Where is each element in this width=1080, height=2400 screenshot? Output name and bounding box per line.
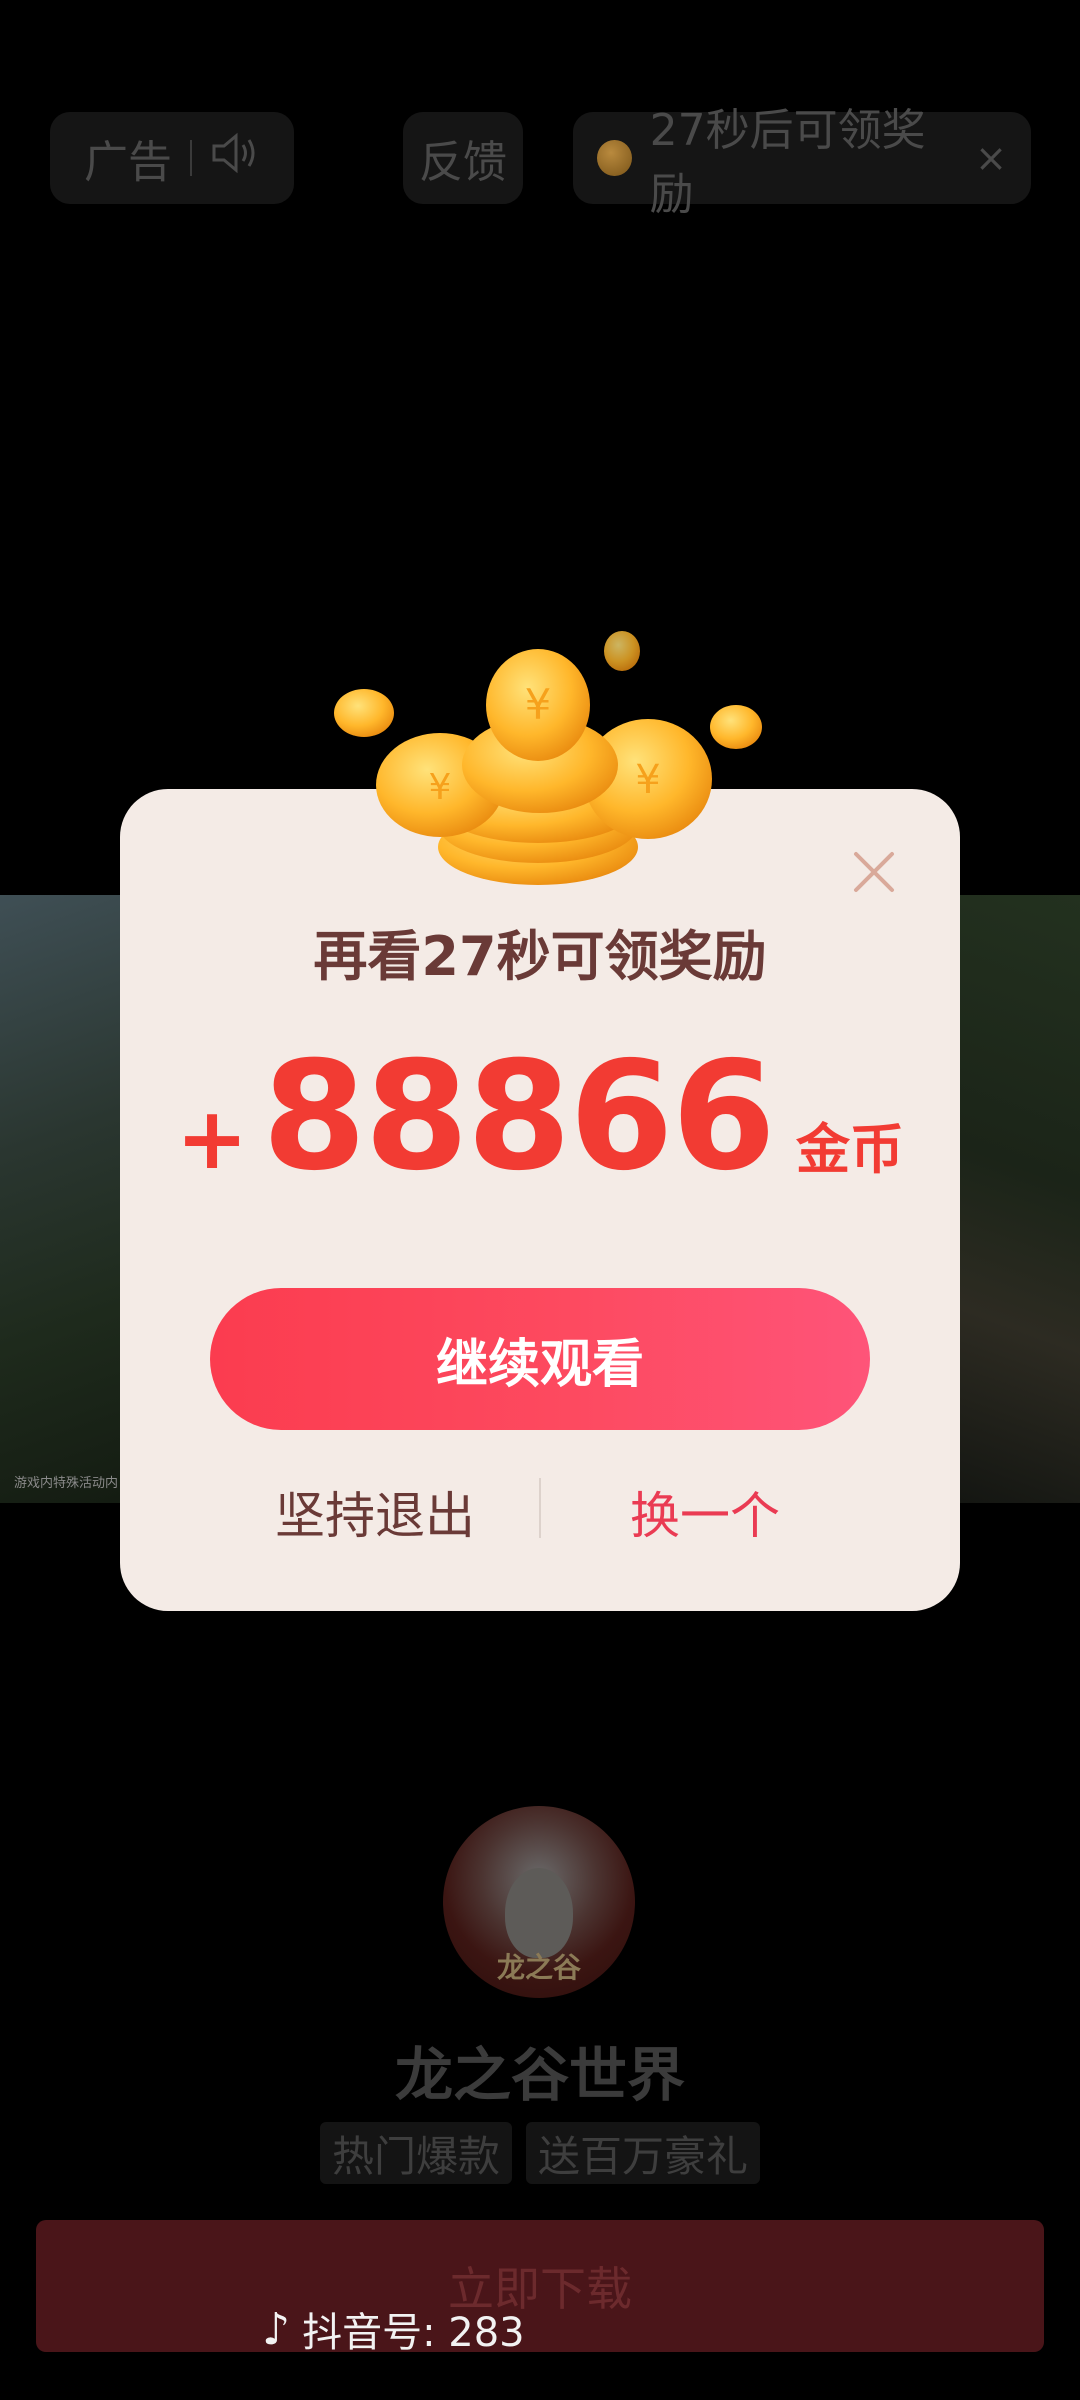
speaker-icon[interactable]: [210, 131, 260, 186]
douyin-watermark: ♪ 抖音号: 283: [262, 2300, 525, 2358]
feedback-label: 反馈: [419, 137, 507, 188]
tiktok-icon: ♪: [262, 2303, 291, 2355]
coin-icon: [597, 140, 632, 176]
ad-video-left: 游戏内特殊活动内: [0, 895, 120, 1503]
quit-button[interactable]: 坚持退出: [240, 1476, 510, 1548]
pill-divider: [190, 140, 192, 176]
svg-text:¥: ¥: [429, 767, 452, 808]
reward-plus: +: [176, 1089, 249, 1189]
switch-ad-button[interactable]: 换一个: [570, 1476, 840, 1548]
close-icon[interactable]: [850, 848, 898, 896]
ad-label: 广告: [84, 137, 172, 188]
app-icon-text: 龙之谷: [496, 1951, 581, 1984]
reward-amount-row: + 88866 金币: [120, 1030, 960, 1204]
reward-countdown-pill[interactable]: 27秒后可领奖励 ×: [573, 105, 1031, 220]
app-tag: 送百万豪礼: [526, 2122, 761, 2184]
top-bar: 广告 反馈 27秒后可领奖励 ×: [0, 0, 1080, 220]
reward-countdown-text: 27秒后可领奖励: [649, 105, 926, 220]
dialog-title: 再看27秒可领奖励: [313, 925, 767, 988]
svg-text:¥: ¥: [525, 680, 552, 729]
svg-text:¥: ¥: [635, 757, 660, 803]
continue-watching-button[interactable]: 继续观看: [210, 1288, 870, 1430]
app-icon[interactable]: 龙之谷: [443, 1806, 635, 1998]
douyin-id: 抖音号: 283: [302, 2310, 525, 2356]
feedback-button[interactable]: 反馈: [403, 112, 523, 204]
gold-coins-icon: ¥ ¥ ¥: [334, 631, 762, 885]
reward-unit: 金币: [795, 1118, 904, 1181]
ad-sound-pill[interactable]: 广告: [50, 112, 294, 204]
app-tags: 热门爆款 送百万豪礼: [0, 2122, 1080, 2184]
app-tag: 热门爆款: [319, 2122, 512, 2184]
ad-video-right: [960, 895, 1080, 1503]
close-icon[interactable]: ×: [975, 136, 1007, 180]
app-icon-character: [505, 1868, 573, 1958]
action-divider: [539, 1478, 541, 1538]
reward-amount: 88866: [262, 1030, 776, 1204]
app-name: 龙之谷世界: [394, 2041, 685, 2109]
download-button[interactable]: 立即下载: [36, 2220, 1044, 2352]
video-watermark: 游戏内特殊活动内: [14, 1476, 119, 1491]
